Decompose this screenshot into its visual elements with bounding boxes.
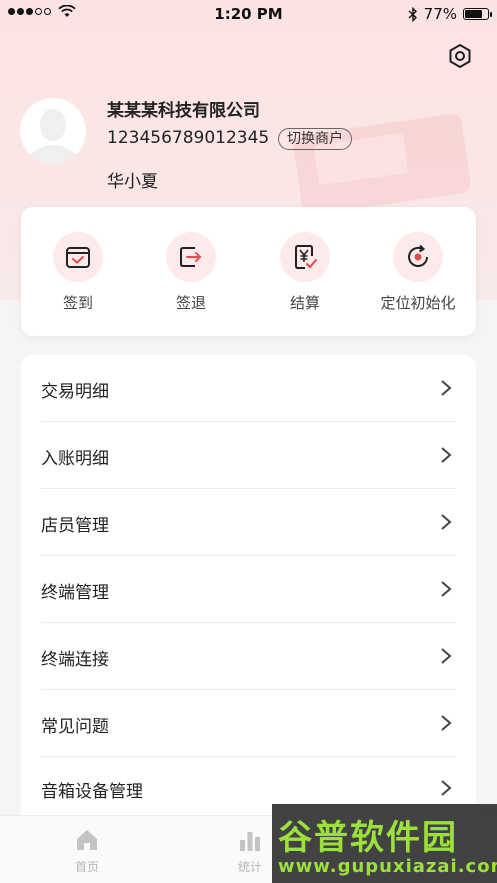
menu-label: 音箱设备管理 (41, 782, 143, 802)
company-name: 某某某科技有限公司 (107, 101, 260, 121)
settings-button[interactable] (446, 42, 474, 70)
action-icon-bg (53, 232, 103, 282)
menu-item-terminal-management[interactable]: 终端管理 (41, 556, 456, 623)
action-label: 签退 (175, 294, 206, 312)
menu-item-staff-management[interactable]: 店员管理 (41, 489, 456, 556)
watermark-title: 谷普软件园 (278, 818, 458, 858)
battery-icon (463, 8, 492, 20)
home-icon (77, 830, 97, 850)
quick-actions-card: 签到 签退 结算 定位初始化 (21, 207, 476, 336)
chevron-right-icon (441, 581, 452, 597)
tab-label: 首页 (74, 860, 99, 874)
watermark-overlay: 谷普软件园 www.gupuxiazai.com (272, 804, 497, 883)
status-bar: 1:20 PM 77% (0, 0, 497, 28)
yuan-receipt-icon (295, 245, 317, 269)
default-avatar-icon (20, 98, 86, 164)
menu-label: 店员管理 (41, 516, 109, 536)
calendar-check-icon (66, 247, 90, 268)
settlement-button[interactable]: 结算 (249, 232, 361, 313)
chevron-right-icon (441, 780, 452, 796)
menu-label: 常见问题 (41, 717, 109, 737)
action-label: 定位初始化 (380, 294, 456, 312)
menu-item-terminal-connection[interactable]: 终端连接 (41, 623, 456, 690)
sign-in-button[interactable]: 签到 (22, 232, 134, 313)
menu-label: 入账明细 (41, 449, 109, 469)
chevron-right-icon (441, 380, 452, 396)
action-icon-bg (393, 232, 443, 282)
user-name: 华小夏 (107, 172, 158, 192)
chevron-right-icon (441, 715, 452, 731)
action-label: 结算 (289, 294, 320, 312)
watermark-url: www.gupuxiazai.com (278, 856, 497, 877)
status-right: 77% (408, 5, 492, 23)
tab-home[interactable]: 首页 (47, 828, 127, 875)
pos-terminal-illustration (293, 114, 471, 215)
bar-chart-icon (240, 832, 260, 851)
settings-hexagon-icon (449, 43, 471, 69)
chevron-right-icon (441, 514, 452, 530)
sign-out-button[interactable]: 签退 (135, 232, 247, 313)
menu-item-faq[interactable]: 常见问题 (41, 690, 456, 757)
action-label: 签到 (62, 294, 93, 312)
menu-item-transaction-details[interactable]: 交易明细 (41, 355, 456, 422)
battery-fill (465, 10, 482, 18)
menu-label: 交易明细 (41, 382, 109, 402)
switch-merchant-button[interactable]: 切换商户 (278, 128, 352, 150)
menu-list: 交易明细 入账明细 店员管理 终端管理 终端连接 常见问题 音箱设备管理 (21, 355, 476, 835)
refresh-location-icon (408, 244, 428, 267)
avatar[interactable] (20, 98, 86, 164)
chevron-right-icon (441, 648, 452, 664)
chevron-right-icon (441, 447, 452, 463)
action-icon-bg (280, 232, 330, 282)
menu-item-deposit-details[interactable]: 入账明细 (41, 422, 456, 489)
exit-icon (180, 247, 202, 267)
location-init-button[interactable]: 定位初始化 (362, 232, 474, 313)
menu-label: 终端连接 (41, 650, 109, 670)
bluetooth-icon (408, 6, 417, 22)
action-icon-bg (166, 232, 216, 282)
menu-label: 终端管理 (41, 583, 109, 603)
merchant-id: 123456789012345 (107, 128, 270, 148)
battery-percent: 77% (423, 5, 457, 23)
